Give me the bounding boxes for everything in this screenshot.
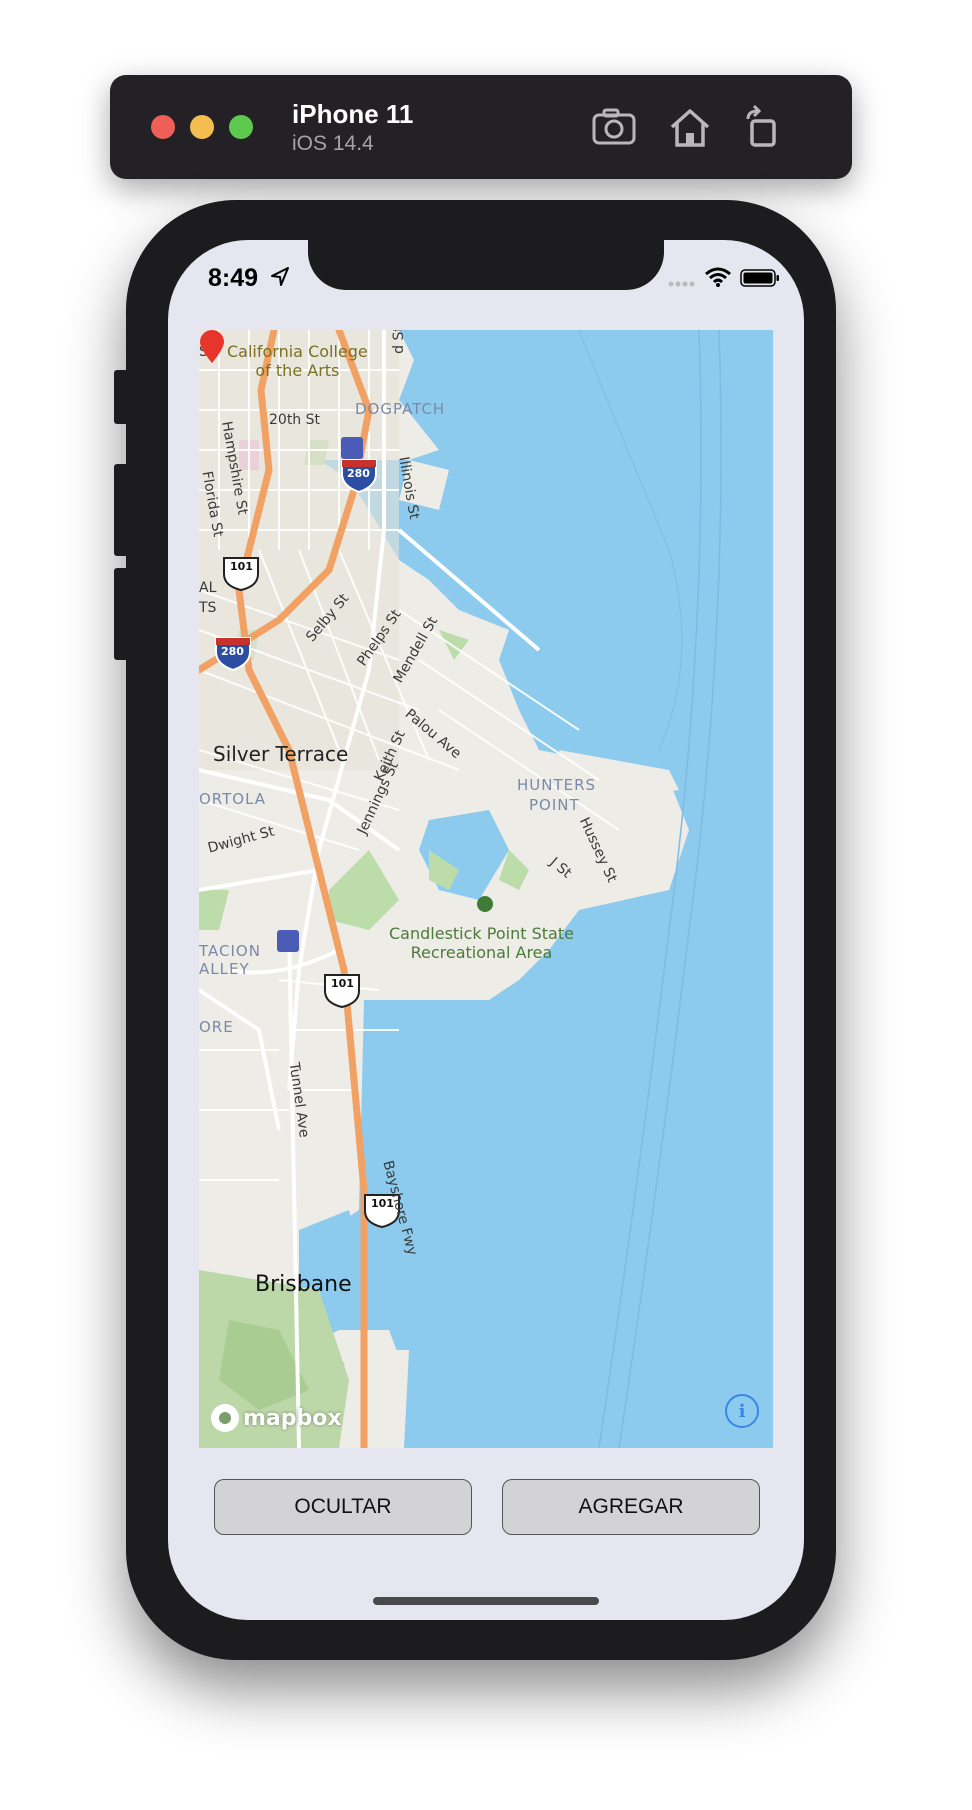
map-label-al: AL <box>199 580 217 596</box>
us101-shield-text: 101 <box>230 560 253 573</box>
map-label-20th-st: 20th St <box>269 412 321 428</box>
zoom-window-button[interactable] <box>229 115 253 139</box>
map-label-point: POINT <box>529 796 580 814</box>
device-name: iPhone 11 <box>292 99 414 129</box>
location-arrow-icon <box>271 267 289 286</box>
us101-shield-text-3: 101 <box>371 1197 394 1210</box>
location-marker-pin[interactable] <box>199 330 225 364</box>
home-icon[interactable] <box>666 103 714 151</box>
volume-down-button <box>114 568 128 660</box>
train-station-icon-2 <box>277 930 299 952</box>
map-view[interactable]: California College of the Arts St d St D… <box>199 330 773 1448</box>
map-label-visitacion-valley: TACION ALLEY <box>199 942 261 978</box>
simulator-title-bar: iPhone 11 iOS 14.4 <box>110 75 852 179</box>
attribution-info-button[interactable]: i <box>725 1394 759 1428</box>
screenshot-icon[interactable] <box>590 103 638 151</box>
us101-shield-text-2: 101 <box>331 977 354 990</box>
map-label-d-st: d St <box>390 330 407 354</box>
rotate-icon[interactable] <box>738 103 786 151</box>
minimize-window-button[interactable] <box>190 115 214 139</box>
map-label-portola: ORTOLA <box>199 790 267 808</box>
map-label-brisbane: Brisbane <box>255 1272 352 1297</box>
add-button[interactable]: AGREGAR <box>502 1479 760 1535</box>
battery-icon <box>740 269 779 287</box>
info-icon: i <box>738 1400 746 1422</box>
tree-icon <box>477 896 493 912</box>
phone-screen: 8:49 California College of the Arts d St… <box>168 240 804 1620</box>
hide-button[interactable]: OCULTAR <box>214 1479 472 1535</box>
os-version: iOS 14.4 <box>292 132 374 155</box>
i280-shield-text-2: 280 <box>221 645 244 658</box>
notch <box>308 240 664 290</box>
map-label-silver-terrace: Silver Terrace <box>213 742 349 766</box>
mapbox-logo-icon <box>211 1404 239 1432</box>
cellular-signal-icon <box>668 281 695 287</box>
map-label-college: California College of the Arts <box>227 342 368 380</box>
mapbox-logo[interactable]: mapbox <box>211 1404 342 1432</box>
map-label-hunters: HUNTERS <box>517 776 597 794</box>
volume-up-button <box>114 464 128 556</box>
map-label-ts: TS <box>199 600 217 616</box>
map-label-dogpatch: DOGPATCH <box>355 400 446 418</box>
status-time: 8:49 <box>208 264 259 292</box>
close-window-button[interactable] <box>151 115 175 139</box>
train-station-icon <box>341 437 363 459</box>
home-indicator[interactable] <box>373 1597 599 1605</box>
i280-shield-text: 280 <box>347 467 370 480</box>
map-label-ore: ORE <box>199 1018 234 1036</box>
mute-switch <box>114 370 128 424</box>
map-label-candlestick: Candlestick Point State Recreational Are… <box>389 924 574 962</box>
power-button <box>814 464 828 556</box>
wifi-icon <box>705 267 731 287</box>
